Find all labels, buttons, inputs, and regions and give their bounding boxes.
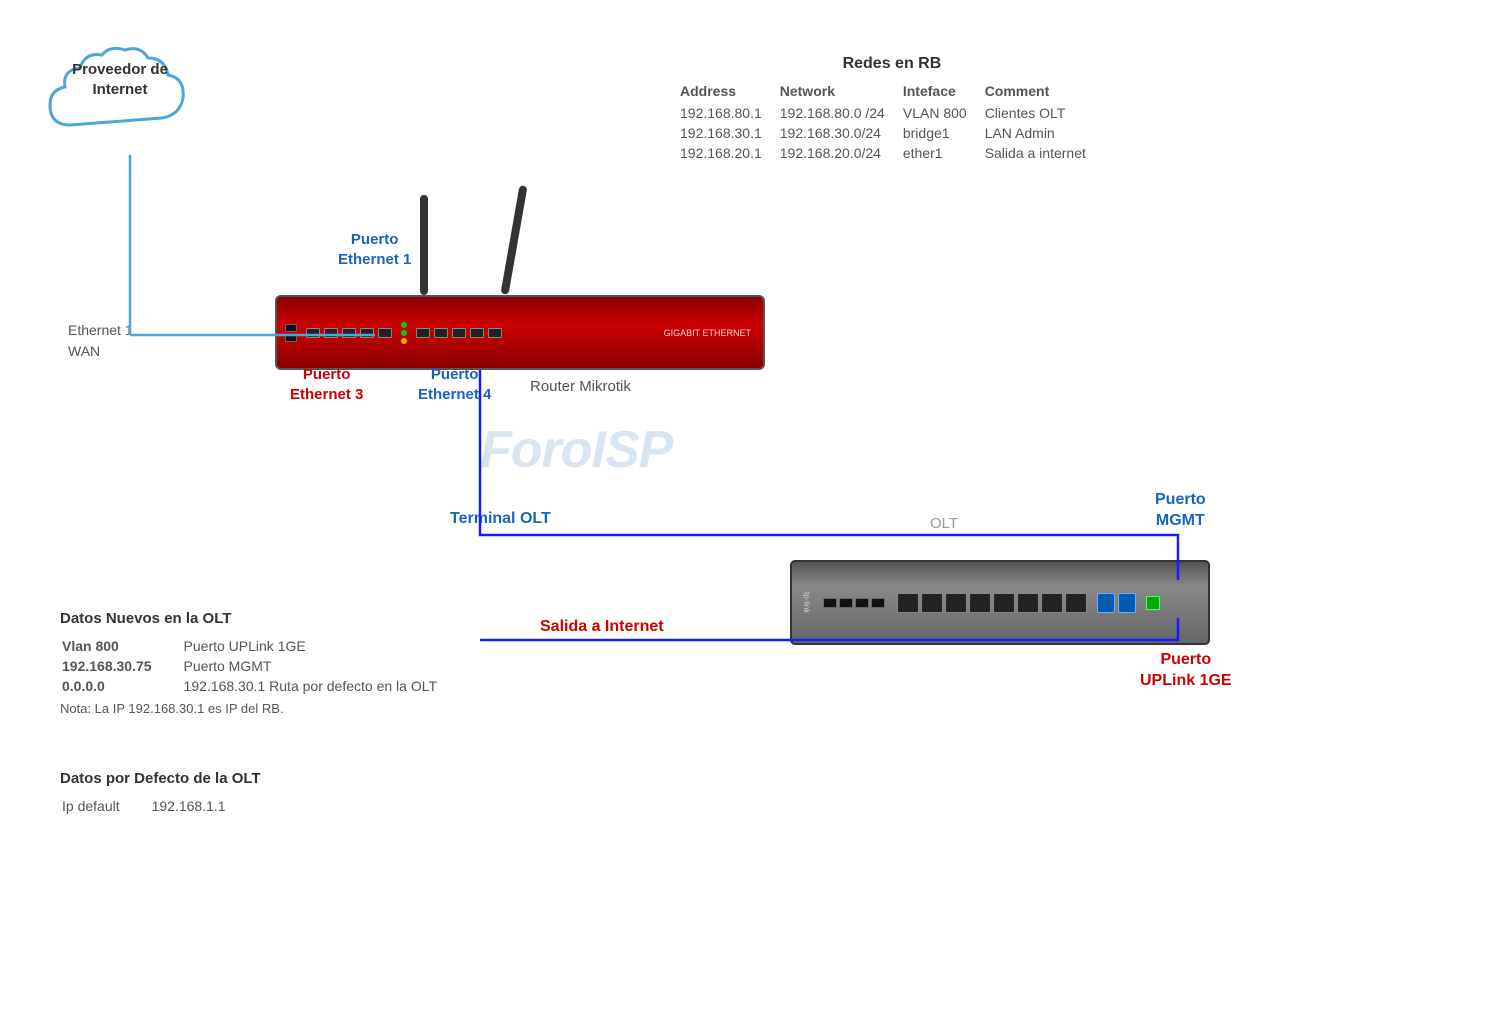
datos-nuevos-table: Vlan 800Puerto UPLink 1GE 192.168.30.75Pu… (60, 635, 469, 697)
datos-defecto-table: Ip default192.168.1.1 (60, 795, 258, 817)
col-address: Address (680, 81, 780, 103)
network-table-title: Redes en RB (680, 55, 1104, 73)
datos-defecto-row: Ip default192.168.1.1 (62, 797, 256, 815)
datos-defecto-title: Datos por Defecto de la OLT (60, 770, 261, 787)
router-label: Router Mikrotik (530, 378, 631, 395)
datos-nuevos-row: 192.168.30.75Puerto MGMT (62, 657, 467, 675)
col-interface: Inteface (903, 81, 985, 103)
network-table-row: 192.168.20.1192.168.20.0/24ether1Salida … (680, 143, 1104, 163)
cloud-shape: Proveedor de Internet (40, 40, 200, 150)
port-eth3-label: Puerto Ethernet 3 (290, 365, 363, 404)
datos-nuevos-row: 0.0.0.0192.168.30.1 Ruta por defecto en … (62, 677, 467, 695)
watermark: ForoISP (480, 420, 672, 480)
olt-device: tp-link (790, 560, 1210, 645)
terminal-olt-label: Terminal OLT (450, 510, 551, 528)
datos-nuevos-row: Vlan 800Puerto UPLink 1GE (62, 637, 467, 655)
router-antenna-right (501, 185, 528, 295)
network-table-row: 192.168.80.1192.168.80.0 /24VLAN 800Clie… (680, 103, 1104, 123)
datos-nuevos-title: Datos Nuevos en la OLT (60, 610, 469, 627)
port-eth1-label: Puerto Ethernet 1 (338, 230, 411, 269)
cloud-label: Proveedor de Internet (40, 60, 200, 99)
port-uplink-label: Puerto UPLink 1GE (1140, 650, 1232, 692)
olt-inner: tp-link (802, 592, 1198, 613)
eth1-wan-label: Ethernet 1 WAN (68, 320, 133, 362)
router-mikrotik: GIGABIT ETHERNET (275, 295, 765, 370)
datos-nuevos-nota: Nota: La IP 192.168.30.1 es IP del RB. (60, 701, 469, 716)
router-antenna-left (420, 195, 428, 295)
datos-defecto: Datos por Defecto de la OLT Ip default19… (60, 770, 261, 817)
col-comment: Comment (985, 81, 1104, 103)
datos-nuevos: Datos Nuevos en la OLT Vlan 800Puerto UP… (60, 610, 469, 716)
network-table: Redes en RB Address Network Inteface Com… (680, 55, 1104, 163)
network-table-content: Address Network Inteface Comment 192.168… (680, 81, 1104, 163)
col-network: Network (780, 81, 903, 103)
port-eth4-label: Puerto Ethernet 4 (418, 365, 491, 404)
network-table-row: 192.168.30.1192.168.30.0/24bridge1LAN Ad… (680, 123, 1104, 143)
olt-device-label: OLT (930, 515, 958, 532)
port-mgmt-label: Puerto MGMT (1155, 490, 1206, 532)
salida-internet-label: Salida a Internet (540, 618, 664, 636)
